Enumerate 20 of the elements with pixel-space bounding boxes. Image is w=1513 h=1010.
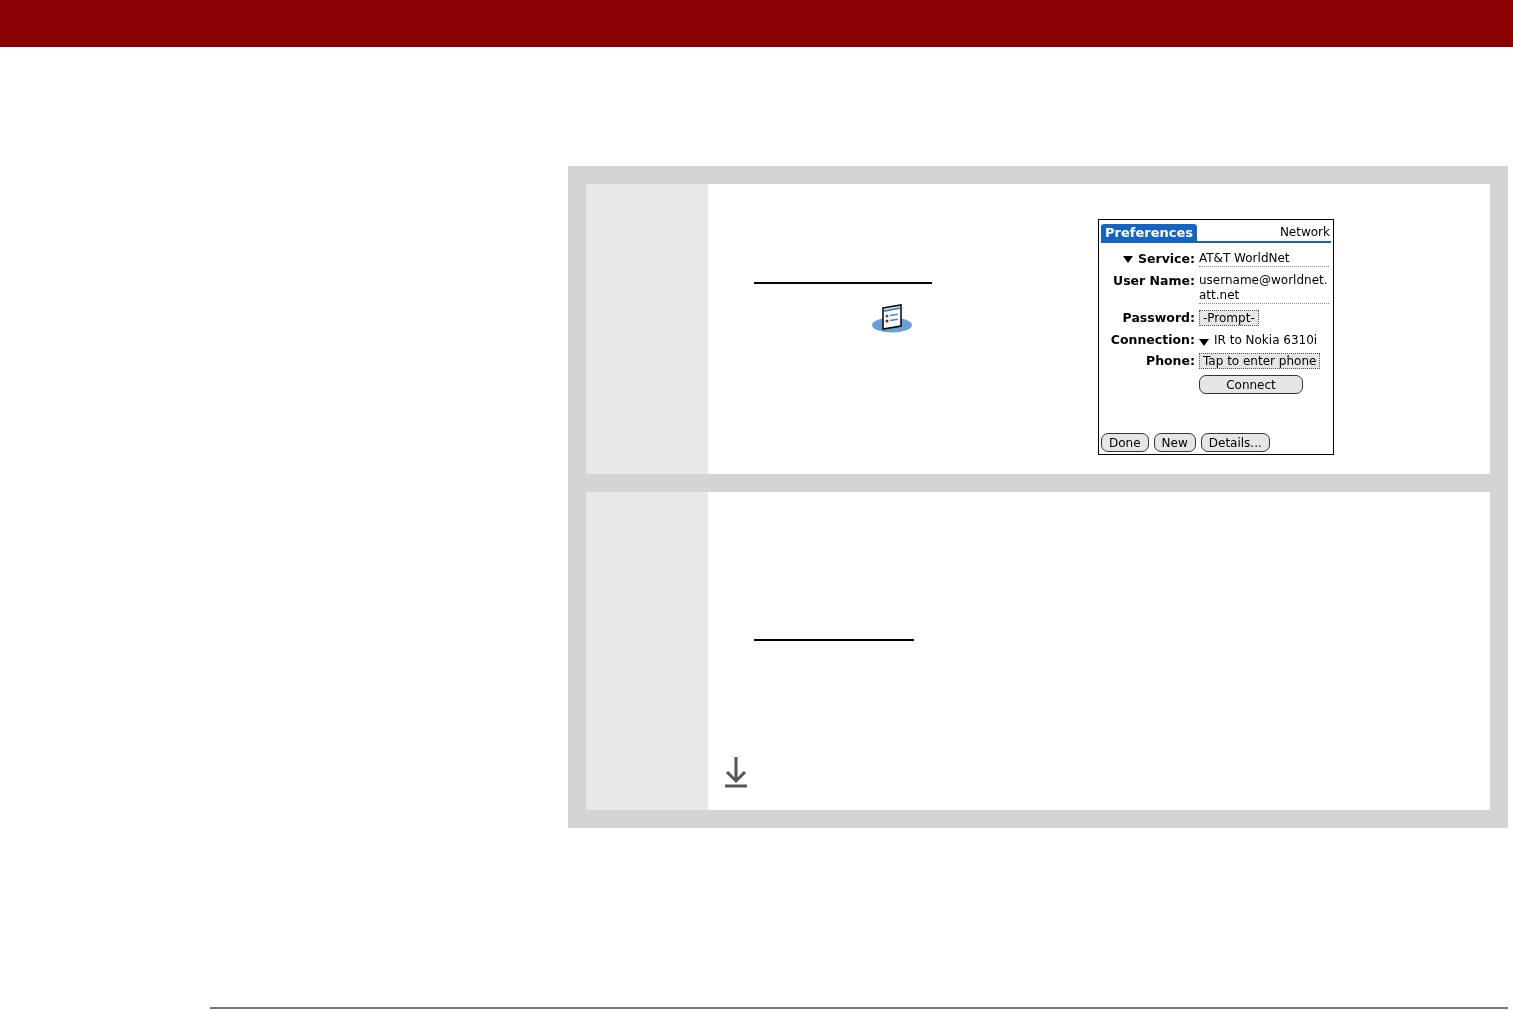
selector-trigger[interactable]: -Prompt- bbox=[1199, 310, 1259, 326]
selector-trigger[interactable]: Tap to enter phone bbox=[1199, 353, 1321, 369]
service-picker[interactable]: AT&T WorldNet bbox=[1199, 251, 1329, 267]
dropdown-triangle-icon bbox=[1199, 338, 1209, 346]
preferences-app-icon bbox=[871, 302, 913, 333]
action-button[interactable]: Done bbox=[1101, 433, 1149, 452]
connection-picker[interactable]: IR to Nokia 6310i bbox=[1199, 332, 1329, 347]
field-label-text: Connection: bbox=[1110, 332, 1195, 347]
app-title: Preferences bbox=[1101, 224, 1197, 241]
text-field[interactable]: username@worldnet. att.net bbox=[1199, 273, 1329, 304]
download-arrow-icon bbox=[724, 757, 748, 788]
category-label: Network bbox=[1278, 225, 1331, 241]
dropdown-triangle-icon bbox=[1123, 256, 1134, 263]
field-label-text: User Name: bbox=[1113, 273, 1195, 288]
field-label-text: Phone: bbox=[1145, 353, 1195, 368]
action-button[interactable]: Details... bbox=[1200, 433, 1270, 452]
field-label-text: Password: bbox=[1122, 310, 1195, 325]
connect-button[interactable]: Connect bbox=[1199, 375, 1303, 394]
action-button[interactable]: New bbox=[1153, 433, 1196, 452]
field-label-text: Service: bbox=[1138, 251, 1195, 266]
